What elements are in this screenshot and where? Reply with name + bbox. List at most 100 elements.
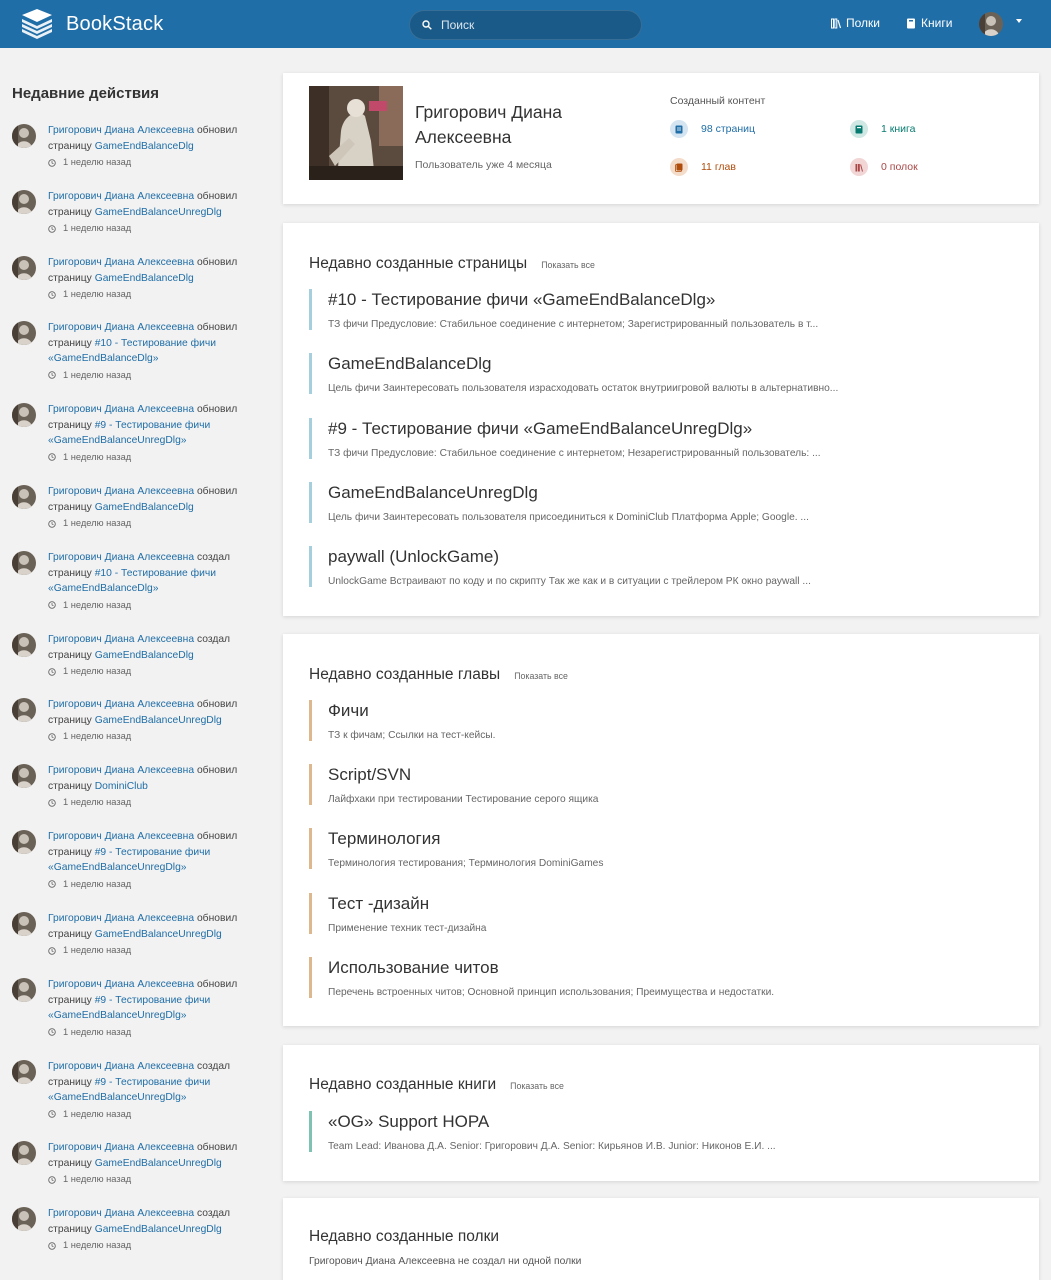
- activity-user-link[interactable]: Григорович Диана Алексеевна: [48, 979, 194, 990]
- page-entry[interactable]: paywall (UnlockGame) UnlockGame Встраиваю…: [309, 546, 879, 587]
- activity-user-link[interactable]: Григорович Диана Алексеевна: [48, 1061, 194, 1072]
- activity-object-link[interactable]: GameEndBalanceUnregDlg: [95, 715, 222, 726]
- logo[interactable]: BookStack: [20, 9, 163, 39]
- page-entry[interactable]: GameEndBalanceDlg Цель фичи Заинтересоват…: [309, 353, 879, 394]
- activity-text: Григорович Диана Алексеевна создал стран…: [48, 632, 248, 680]
- activity-user-link[interactable]: Григорович Диана Алексеевна: [48, 699, 194, 710]
- chapter-entry[interactable]: Использование читов Перечень встроенных ч…: [309, 957, 879, 998]
- activity-object-link[interactable]: GameEndBalanceDlg: [95, 650, 194, 661]
- activity-user-link[interactable]: Григорович Диана Алексеевна: [48, 1142, 194, 1153]
- avatar[interactable]: [12, 1207, 36, 1231]
- avatar[interactable]: [12, 256, 36, 280]
- activity-time: 1 неделю назад: [48, 664, 248, 680]
- show-all-pages-link[interactable]: Показать все: [541, 260, 595, 270]
- activity-user-link[interactable]: Григорович Диана Алексеевна: [48, 765, 194, 776]
- clock-icon: [48, 668, 56, 676]
- activity-object-link[interactable]: GameEndBalanceUnregDlg: [95, 207, 222, 218]
- activity-object-link[interactable]: GameEndBalanceUnregDlg: [95, 1158, 222, 1169]
- activity-object-link[interactable]: DominiClub: [95, 781, 148, 792]
- chapter-title[interactable]: Использование читов: [328, 957, 879, 979]
- page-title[interactable]: GameEndBalanceUnregDlg: [328, 482, 879, 504]
- page-entry[interactable]: #10 - Тестирование фичи «GameEndBalanceD…: [309, 289, 879, 330]
- clock-icon: [48, 947, 56, 955]
- activity-text: Григорович Диана Алексеевна обновил стра…: [48, 123, 248, 171]
- avatar[interactable]: [12, 403, 36, 427]
- activity-text: Григорович Диана Алексеевна обновил стра…: [48, 829, 248, 892]
- nav-shelves[interactable]: Полки: [831, 16, 880, 30]
- activity-object-link[interactable]: GameEndBalanceUnregDlg: [95, 1224, 222, 1235]
- chapter-title[interactable]: Терминология: [328, 828, 879, 850]
- chapter-title[interactable]: Script/SVN: [328, 764, 879, 786]
- stat-shelves[interactable]: 0 полок: [850, 158, 918, 176]
- search-box[interactable]: [409, 10, 642, 40]
- user-avatar[interactable]: [979, 12, 1003, 36]
- book-title[interactable]: «OG» Support HOPA: [328, 1111, 879, 1133]
- avatar[interactable]: [12, 321, 36, 345]
- activity-text: Григорович Диана Алексеевна создал стран…: [48, 1206, 248, 1254]
- stat-books[interactable]: 1 книга: [850, 120, 915, 138]
- activity-user-link[interactable]: Григорович Диана Алексеевна: [48, 191, 194, 202]
- avatar[interactable]: [12, 912, 36, 936]
- chapter-title[interactable]: Тест -дизайн: [328, 893, 879, 915]
- page-title[interactable]: paywall (UnlockGame): [328, 546, 879, 568]
- activity-verb: обновил: [196, 1142, 238, 1153]
- chapter-entry[interactable]: Фичи ТЗ к фичам; Ссылки на тест-кейсы.: [309, 700, 879, 741]
- chapter-description: Перечень встроенных читов; Основной прин…: [328, 987, 775, 998]
- activity-user-link[interactable]: Григорович Диана Алексеевна: [48, 913, 194, 924]
- nav-books[interactable]: Книги: [906, 16, 952, 30]
- show-all-chapters-link[interactable]: Показать все: [514, 671, 568, 681]
- activity-user-link[interactable]: Григорович Диана Алексеевна: [48, 486, 194, 497]
- profile-since: Пользователь уже 4 месяца: [415, 159, 552, 171]
- chapter-entry[interactable]: Тест -дизайн Применение техник тест-дизай…: [309, 893, 879, 934]
- activity-text: Григорович Диана Алексеевна обновил стра…: [48, 402, 248, 465]
- book-entry[interactable]: «OG» Support HOPA Team Lead: Иванова Д.А.…: [309, 1111, 879, 1152]
- activity-user-link[interactable]: Григорович Диана Алексеевна: [48, 125, 194, 136]
- avatar[interactable]: [12, 485, 36, 509]
- shelves-icon: [850, 158, 868, 176]
- avatar[interactable]: [12, 698, 36, 722]
- page-entry[interactable]: GameEndBalanceUnregDlg Цель фичи Заинтере…: [309, 482, 879, 523]
- activity-user-link[interactable]: Григорович Диана Алексеевна: [48, 322, 194, 333]
- chapter-entry[interactable]: Script/SVN Лайфхаки при тестировании Тест…: [309, 764, 879, 805]
- search-input[interactable]: [441, 18, 631, 32]
- avatar[interactable]: [12, 551, 36, 575]
- avatar[interactable]: [12, 1060, 36, 1084]
- avatar[interactable]: [12, 830, 36, 854]
- activity-object-link[interactable]: GameEndBalanceDlg: [95, 141, 194, 152]
- page-entry[interactable]: #9 - Тестирование фичи «GameEndBalanceUn…: [309, 418, 879, 459]
- activity-user-link[interactable]: Григорович Диана Алексеевна: [48, 404, 194, 415]
- page-title[interactable]: #10 - Тестирование фичи «GameEndBalanceD…: [328, 289, 879, 311]
- activity-object-type: страницу: [48, 1157, 92, 1169]
- chapter-title[interactable]: Фичи: [328, 700, 879, 722]
- activity-verb: создал: [196, 634, 231, 645]
- book-icon: [907, 18, 915, 28]
- page-title[interactable]: GameEndBalanceDlg: [328, 353, 879, 375]
- logo-icon: [22, 9, 52, 39]
- avatar[interactable]: [12, 190, 36, 214]
- avatar[interactable]: [12, 978, 36, 1002]
- activity-object-type: страницу: [48, 649, 92, 661]
- activity-object-link[interactable]: GameEndBalanceDlg: [95, 502, 194, 513]
- activity-object-link[interactable]: GameEndBalanceUnregDlg: [95, 929, 222, 940]
- chapter-entry[interactable]: Терминология Терминология тестирования; Т…: [309, 828, 879, 869]
- avatar[interactable]: [12, 124, 36, 148]
- book-description: Team Lead: Иванова Д.А. Senior: Григоров…: [328, 1141, 776, 1152]
- stat-pages[interactable]: 98 страниц: [670, 120, 755, 138]
- avatar[interactable]: [12, 1141, 36, 1165]
- chapter-description: Терминология тестирования; Терминология …: [328, 858, 604, 869]
- show-all-books-link[interactable]: Показать все: [510, 1081, 564, 1091]
- activity-user-link[interactable]: Григорович Диана Алексеевна: [48, 552, 194, 563]
- avatar[interactable]: [12, 633, 36, 657]
- activity-object-link[interactable]: GameEndBalanceDlg: [95, 273, 194, 284]
- activity-user-link[interactable]: Григорович Диана Алексеевна: [48, 257, 194, 268]
- avatar[interactable]: [12, 764, 36, 788]
- activity-user-link[interactable]: Григорович Диана Алексеевна: [48, 634, 194, 645]
- chevron-down-icon[interactable]: [1016, 19, 1022, 23]
- recent-activity-title: Недавние действия: [12, 85, 160, 102]
- activity-user-link[interactable]: Григорович Диана Алексеевна: [48, 1208, 194, 1219]
- activity-user-link[interactable]: Григорович Диана Алексеевна: [48, 831, 194, 842]
- recent-pages-card: Недавно созданные страницы Показать все …: [283, 223, 1039, 616]
- stat-chapters[interactable]: 11 глав: [670, 158, 736, 176]
- page-title[interactable]: #9 - Тестирование фичи «GameEndBalanceUn…: [328, 418, 879, 440]
- activity-time: 1 неделю назад: [48, 155, 248, 171]
